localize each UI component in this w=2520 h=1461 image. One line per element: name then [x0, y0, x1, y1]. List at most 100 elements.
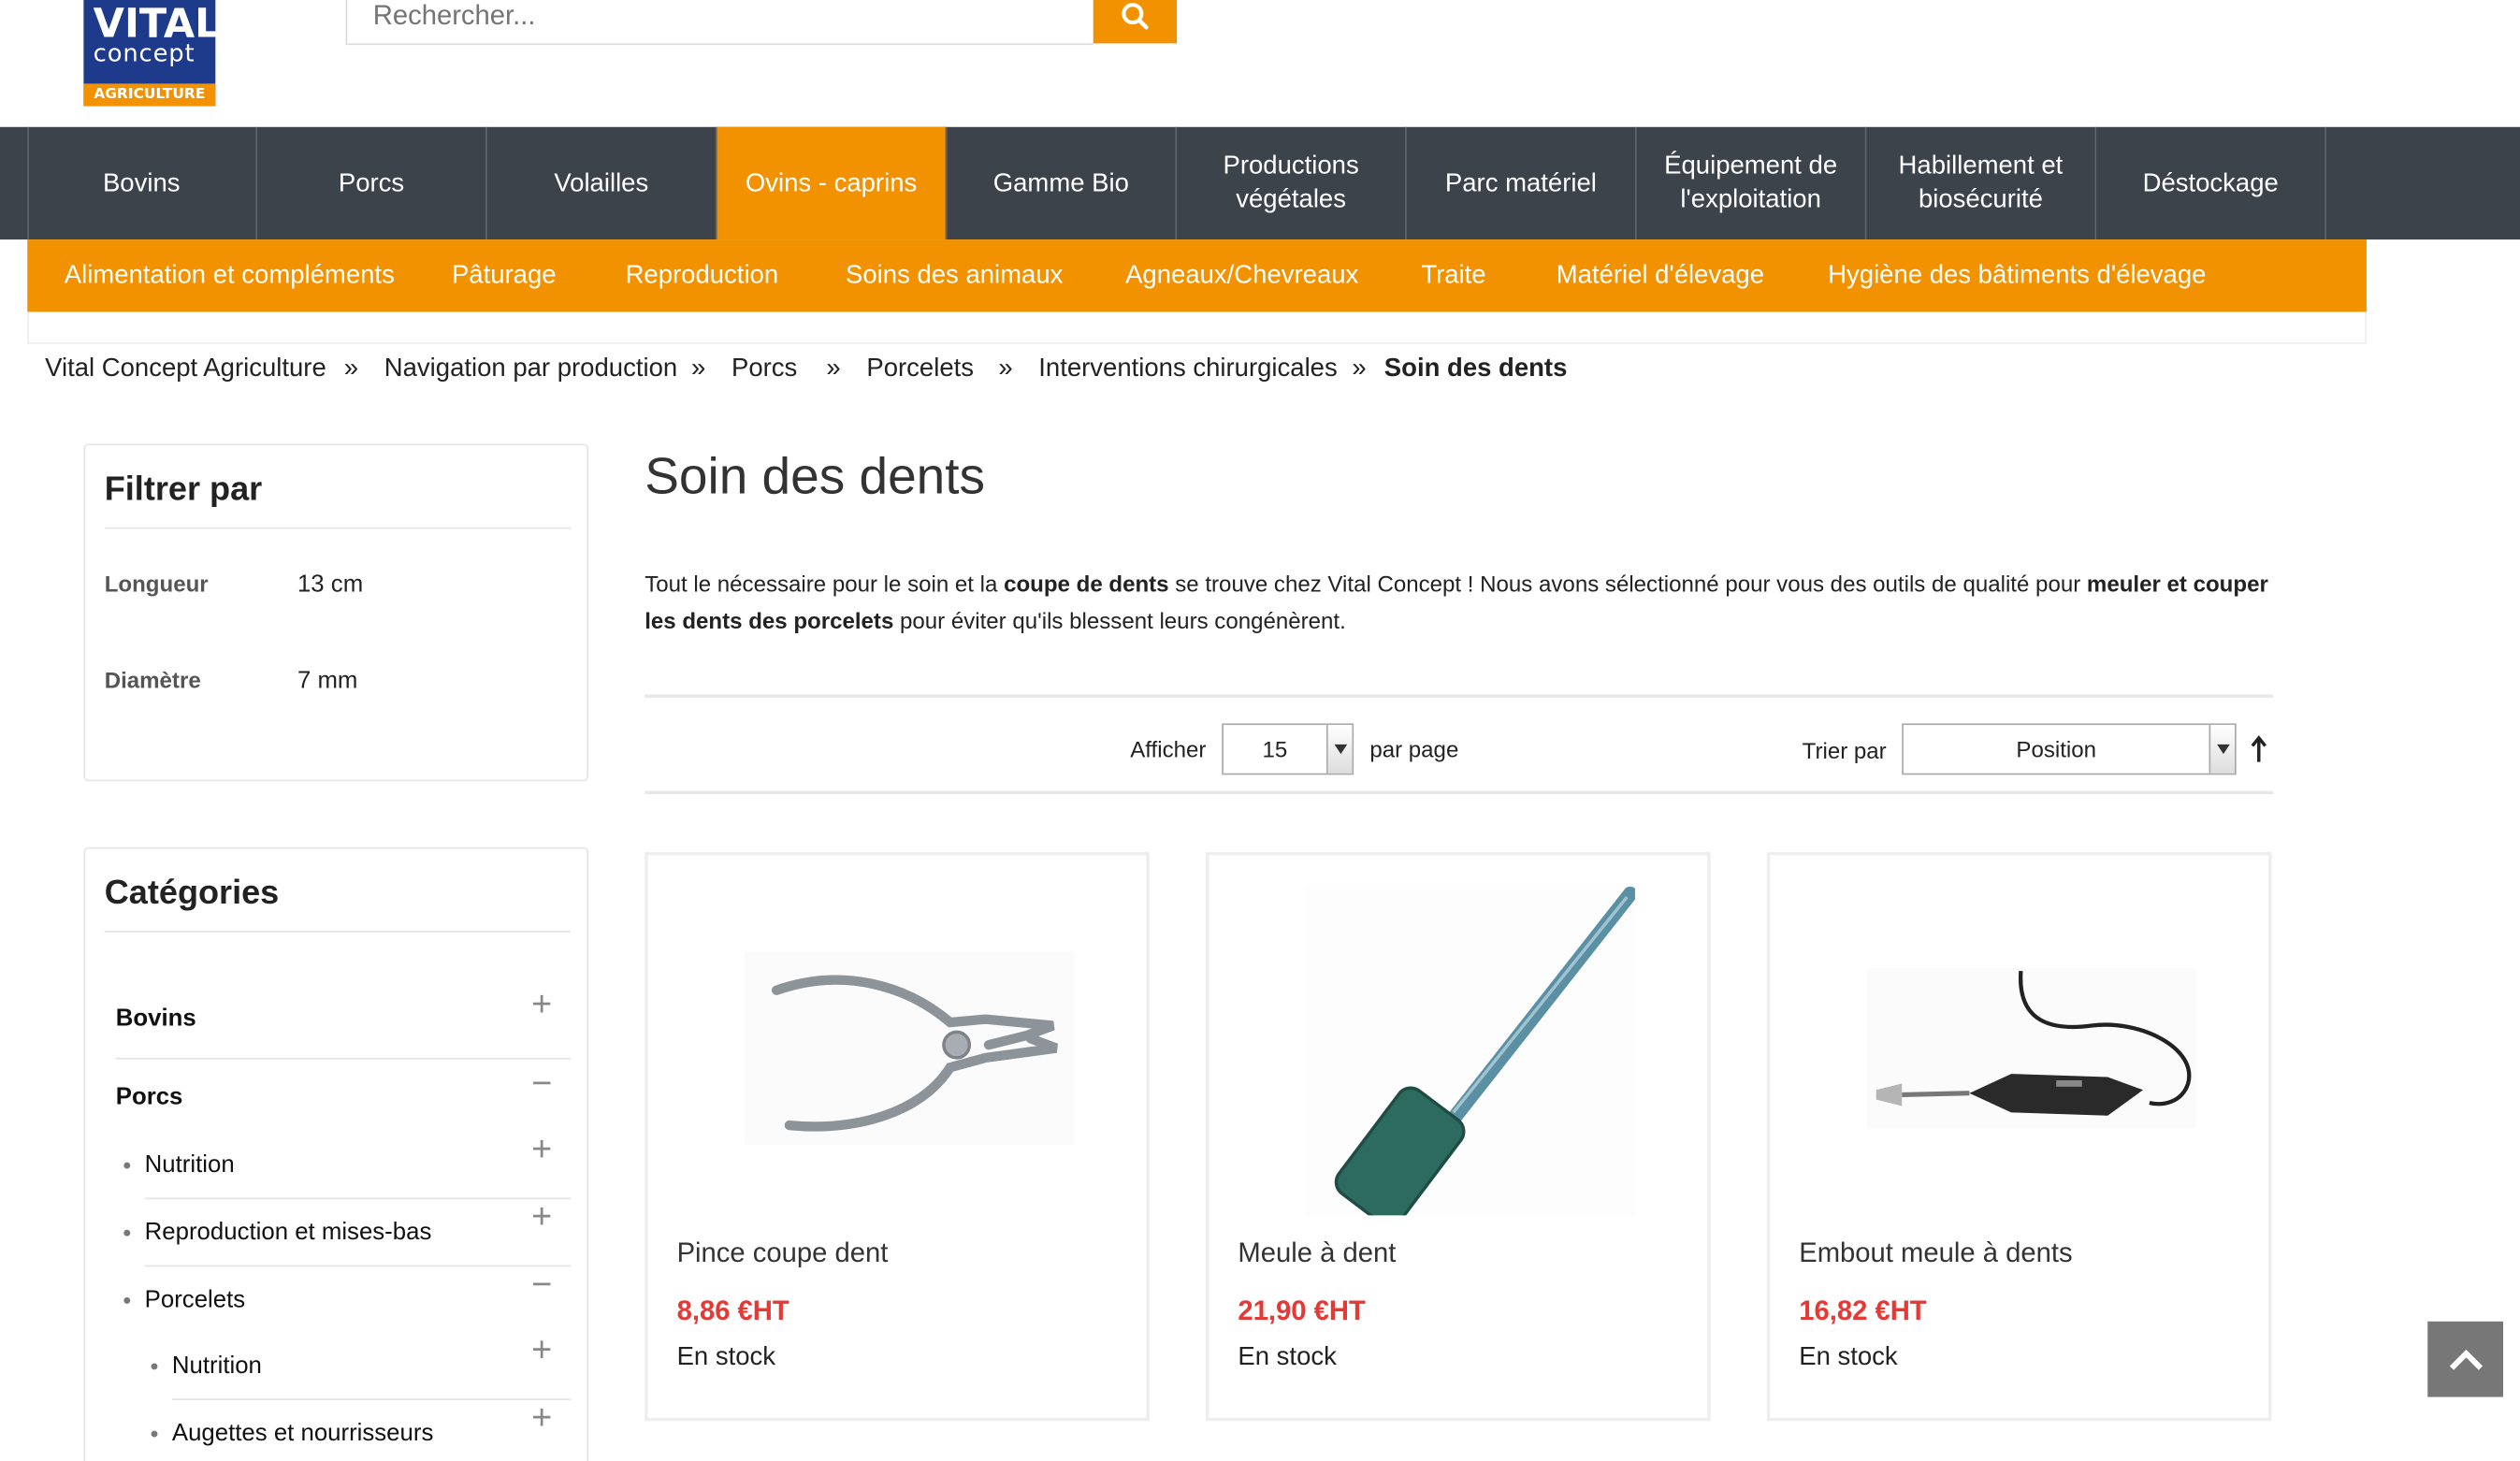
filter-value-diametre[interactable]: 7 mm — [297, 667, 357, 694]
per-page-select[interactable]: 15 — [1222, 723, 1354, 775]
subnav-item-soins-animaux[interactable]: Soins des animaux — [846, 239, 1063, 311]
breadcrumb-separator: » — [343, 354, 359, 383]
category-augettes[interactable]: Augettes et nourrisseurs — [172, 1420, 433, 1447]
subnav-item-hygiene[interactable]: Hygiène des bâtiments d'élevage — [1828, 239, 2206, 311]
stock-status: En stock — [676, 1343, 776, 1372]
subnav-item-agneaux[interactable]: Agneaux/Chevreaux — [1125, 239, 1358, 311]
category-reproduction[interactable]: Reproduction et mises-bas — [145, 1219, 432, 1246]
nav-item-volailles[interactable]: Volailles — [487, 126, 717, 240]
nav-item-ovins-caprins[interactable]: Ovins - caprins — [717, 126, 948, 240]
pliers-icon[interactable] — [744, 951, 1075, 1145]
rotary-tool-icon[interactable] — [1866, 967, 2196, 1129]
expand-icon[interactable]: + — [526, 1198, 558, 1234]
product-name[interactable]: Meule à dent — [1238, 1237, 1396, 1269]
breadcrumb-item-porcs[interactable]: Porcs — [731, 354, 797, 385]
bullet-icon — [123, 1229, 131, 1237]
stock-status: En stock — [1799, 1343, 1898, 1372]
search-button[interactable] — [1093, 0, 1178, 44]
toolbar-divider-bottom — [644, 790, 2274, 795]
logo-line-2: concept — [93, 38, 196, 68]
stock-status: En stock — [1238, 1343, 1337, 1372]
nav-item-equipement[interactable]: Équipement de l'exploitation — [1637, 126, 1867, 240]
category-porcs-nutrition[interactable]: Nutrition — [145, 1151, 235, 1179]
dropdown-arrow-icon — [2209, 725, 2235, 774]
subnav-item-paturage[interactable]: Pâturage — [452, 239, 557, 311]
breadcrumb-current: Soin des dents — [1383, 354, 1568, 383]
subnav-item-materiel-elevage[interactable]: Matériel d'élevage — [1557, 239, 1764, 311]
collapse-icon[interactable]: − — [526, 1065, 558, 1101]
search-icon — [1122, 2, 1149, 29]
product-card[interactable]: Pince coupe dent 8,86 €HT En stock — [644, 851, 1150, 1422]
expand-icon[interactable]: + — [526, 986, 558, 1021]
product-name[interactable]: Embout meule à dents — [1799, 1237, 2072, 1269]
divider — [115, 1057, 572, 1060]
nav-item-destockage[interactable]: Déstockage — [2096, 126, 2326, 240]
product-price: 8,86 €HT — [676, 1295, 789, 1326]
nav-item-habillement[interactable]: Habillement et biosécurité — [1866, 126, 2097, 240]
category-bovins[interactable]: Bovins — [116, 1005, 196, 1032]
filter-title: Filtrer par — [104, 470, 263, 509]
bullet-icon — [123, 1162, 131, 1169]
breadcrumb-item-home[interactable]: Vital Concept Agriculture — [45, 354, 326, 385]
nav-item-gamme-bio[interactable]: Gamme Bio — [947, 126, 1178, 240]
breadcrumb-item-navigation[interactable]: Navigation par production — [384, 354, 677, 385]
page-title: Soin des dents — [644, 446, 986, 505]
desc-bold: coupe de dents — [1004, 571, 1169, 597]
subnav-border — [27, 311, 2367, 344]
nav-item-parc-materiel[interactable]: Parc matériel — [1407, 126, 1637, 240]
divider — [171, 1398, 572, 1400]
nav-item-porcs[interactable]: Porcs — [257, 126, 487, 240]
main-nav: Bovins Porcs Volailles Ovins - caprins G… — [0, 126, 2520, 240]
nav-item-productions-vegetales[interactable]: Productions végétales — [1177, 126, 1407, 240]
subnav-item-traite[interactable]: Traite — [1421, 239, 1485, 311]
filter-label-diametre: Diamètre — [104, 667, 201, 693]
show-label: Afficher — [1130, 736, 1207, 762]
sort-select[interactable]: Position — [1902, 723, 2237, 775]
sort-label: Trier par — [1802, 737, 1887, 764]
chevron-up-icon — [2449, 1349, 2483, 1369]
subnav-item-reproduction[interactable]: Reproduction — [626, 239, 779, 311]
product-name[interactable]: Pince coupe dent — [677, 1237, 889, 1269]
breadcrumb-item-porcelets[interactable]: Porcelets — [866, 354, 974, 385]
divider — [104, 931, 572, 933]
collapse-icon[interactable]: − — [526, 1266, 558, 1301]
grinding-stone-icon[interactable] — [1305, 884, 1638, 1228]
back-to-top-button[interactable] — [2427, 1321, 2504, 1397]
desc-text: se trouve chez Vital Concept ! Nous avon… — [1168, 571, 2087, 597]
categories-title: Catégories — [104, 874, 280, 912]
breadcrumb-separator: » — [826, 354, 841, 383]
nav-item-bovins[interactable]: Bovins — [27, 126, 257, 240]
arrow-up-icon[interactable] — [2249, 734, 2268, 772]
category-porcelets-nutrition[interactable]: Nutrition — [172, 1352, 262, 1379]
category-porcelets[interactable]: Porcelets — [145, 1286, 245, 1313]
divider — [144, 1265, 572, 1267]
per-page-suffix: par page — [1369, 736, 1459, 762]
categories-block: Catégories Bovins + Porcs − Nutrition + … — [83, 846, 589, 1461]
breadcrumb-item-interventions[interactable]: Interventions chirurgicales — [1038, 354, 1337, 385]
search-input[interactable] — [345, 0, 1093, 46]
product-price: 21,90 €HT — [1238, 1295, 1366, 1326]
category-porcs[interactable]: Porcs — [116, 1083, 183, 1110]
product-card[interactable]: Embout meule à dents 16,82 €HT En stock — [1766, 851, 2272, 1422]
category-description: Tout le nécessaire pour le soin et la co… — [644, 566, 2276, 640]
expand-icon[interactable]: + — [526, 1332, 558, 1367]
bullet-icon — [151, 1363, 158, 1370]
breadcrumb-separator: » — [691, 354, 706, 383]
breadcrumb-separator: » — [1352, 354, 1367, 383]
toolbar-divider-top — [644, 694, 2274, 698]
subnav-item-alimentation[interactable]: Alimentation et compléments — [65, 239, 395, 311]
desc-text: pour éviter qu'ils blessent leurs congén… — [893, 607, 1346, 634]
logo-line-3: AGRICULTURE — [83, 83, 216, 107]
filter-value-longueur[interactable]: 13 cm — [297, 571, 363, 598]
breadcrumb-separator: » — [998, 354, 1013, 383]
product-card[interactable]: Meule à dent 21,90 €HT En stock — [1206, 851, 1711, 1422]
logo[interactable]: VITAL concept AGRICULTURE — [83, 0, 221, 107]
expand-icon[interactable]: + — [526, 1131, 558, 1166]
filter-label-longueur: Longueur — [104, 571, 209, 597]
expand-icon[interactable]: + — [526, 1399, 558, 1435]
per-page-value: 15 — [1262, 736, 1288, 762]
divider — [144, 1197, 572, 1200]
sub-nav: Alimentation et compléments Pâturage Rep… — [27, 239, 2367, 312]
dropdown-arrow-icon — [1325, 725, 1353, 774]
filter-block: Filtrer par Longueur 13 cm Diamètre 7 mm — [83, 443, 589, 782]
